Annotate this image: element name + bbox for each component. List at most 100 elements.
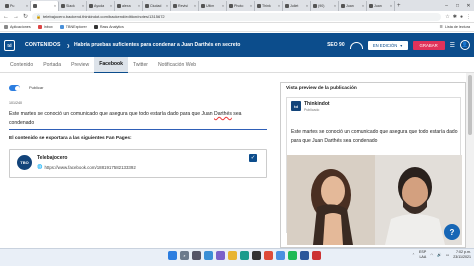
back-icon[interactable]: ← — [3, 14, 9, 20]
seo-score: SEO 90 — [327, 42, 345, 48]
taskbar-apps: ⌕ — [168, 251, 321, 260]
fanpage-checkbox[interactable]: ✓ — [249, 154, 257, 162]
wifi-icon[interactable]: ◠ — [430, 253, 433, 257]
extensions-icon[interactable]: ✱ — [453, 14, 457, 20]
close-tab-icon[interactable]: × — [334, 4, 336, 8]
browser-tab[interactable]: Ayuda × — [87, 0, 115, 11]
browser-tab[interactable]: × — [31, 0, 59, 11]
browser-tab[interactable]: Juliet × — [283, 0, 311, 11]
user-avatar-icon[interactable]: 👤 — [460, 40, 470, 50]
tab-twitter[interactable]: Twitter — [128, 57, 153, 73]
close-tab-icon[interactable]: × — [194, 4, 196, 8]
tab-portada[interactable]: Portada — [38, 57, 66, 73]
reading-list[interactable]: ☰ Lista de lectura — [440, 25, 470, 29]
app-icon — [369, 3, 373, 8]
browser-tab[interactable]: Think × — [255, 0, 283, 11]
bookmark-inbox[interactable]: Inbox — [37, 25, 53, 29]
browser-tab-label: Revisi — [178, 3, 188, 8]
browser-tab[interactable]: Revisi × — [171, 0, 199, 11]
task-view-icon[interactable] — [192, 251, 201, 260]
tab-preview[interactable]: Preview — [66, 57, 94, 73]
publish-toggle[interactable] — [9, 85, 20, 91]
browser-tab-label: Ultim — [206, 3, 215, 8]
file-explorer-icon[interactable] — [228, 251, 237, 260]
app-icon — [341, 3, 345, 8]
tab-facebook[interactable]: Facebook — [94, 56, 128, 73]
edge-icon[interactable] — [240, 251, 249, 260]
tab-notificaci-n-web[interactable]: Notificación Web — [153, 57, 201, 73]
close-tab-icon[interactable]: × — [138, 4, 140, 8]
bookmark-apps[interactable]: Aplicaciones — [4, 25, 31, 29]
battery-icon[interactable]: ▭ — [446, 253, 449, 257]
browser-tab[interactable]: Ultim × — [199, 0, 227, 11]
bookmark-tbnexplorer[interactable]: TBNExplorer — [59, 25, 87, 29]
maximize-icon[interactable]: □ — [452, 0, 463, 11]
close-tab-icon[interactable]: × — [250, 4, 252, 8]
help-chat-button[interactable]: ? — [444, 224, 460, 240]
browser-tab-label: Slack — [66, 3, 75, 8]
browser-tab[interactable]: Photo × — [227, 0, 255, 11]
browser-tab[interactable]: Juan × — [339, 0, 367, 11]
chevron-up-icon[interactable]: ⌃ — [412, 253, 415, 257]
forward-icon[interactable]: → — [13, 14, 19, 20]
bookmark-analytics[interactable]: Rass Analytics — [93, 25, 124, 29]
browser-tab[interactable]: Pu × — [3, 0, 31, 11]
clock[interactable]: 7:02 p.m. 23/11/2021 — [453, 250, 471, 260]
star-icon[interactable]: ☆ — [445, 14, 449, 20]
save-button[interactable]: GRABAR — [412, 40, 445, 50]
mail-icon — [37, 25, 42, 29]
reload-icon[interactable]: ↻ — [23, 13, 28, 20]
url-field[interactable]: 🔒 telebajocero.backend.thinkindot.com/ba… — [32, 12, 442, 21]
close-tab-icon[interactable]: × — [390, 4, 392, 8]
browser-tab-label: Ayuda — [94, 3, 105, 8]
language-indicator[interactable]: ESP LAA — [419, 250, 426, 260]
browser-tab[interactable]: alexa × — [115, 0, 143, 11]
browser-tab[interactable]: (90) × — [311, 0, 339, 11]
minimize-icon[interactable]: – — [441, 0, 452, 11]
volume-icon[interactable]: 🔊 — [437, 253, 441, 257]
tbn-icon — [59, 25, 64, 29]
post-text-field[interactable]: Este martes se conoció un comunicado que… — [9, 110, 267, 131]
page-scrollbar[interactable] — [466, 73, 474, 248]
browser-tab[interactable]: Ciudad × — [143, 0, 171, 11]
app-logo[interactable]: td — [4, 39, 15, 51]
word-icon[interactable] — [300, 251, 309, 260]
close-tab-icon[interactable]: × — [166, 4, 168, 8]
browser-tab-label: Photo — [234, 3, 244, 8]
store-icon[interactable] — [252, 251, 261, 260]
edition-status-select[interactable]: EN EDICIÓN ▾ — [367, 40, 408, 50]
close-tab-icon[interactable]: × — [362, 4, 364, 8]
browser-tab-label: Juan — [346, 3, 354, 8]
app-icon[interactable] — [312, 251, 321, 260]
browser-tab[interactable]: Slack × — [59, 0, 87, 11]
fanpage-item: TBO Telebajocero 🌐 https://www.facebook.c… — [9, 149, 267, 178]
fanpage-url[interactable]: 🌐 https://www.facebook.com/18819175821333… — [37, 164, 136, 170]
photos-icon[interactable] — [276, 251, 285, 260]
chevron-down-icon[interactable]: ❯ — [67, 43, 70, 48]
seo-gauge-icon — [349, 41, 363, 49]
browser-tab-label: alexa — [122, 3, 131, 8]
section-title[interactable]: CONTENIDOS — [25, 42, 61, 48]
close-tab-icon[interactable]: × — [306, 4, 308, 8]
close-tab-icon[interactable]: × — [82, 4, 84, 8]
widgets-icon[interactable] — [204, 251, 213, 260]
app-header: td CONTENIDOS ❯ Habría pruebas suficient… — [0, 33, 474, 57]
search-icon[interactable]: ⌕ — [180, 251, 189, 260]
close-icon[interactable]: ✕ — [463, 0, 474, 11]
browser-tab[interactable]: Juan × — [367, 0, 395, 11]
scrollbar-thumb[interactable] — [468, 75, 472, 135]
close-tab-icon[interactable]: × — [26, 4, 28, 8]
tab-contenido[interactable]: Contenido — [5, 57, 38, 73]
chat-icon[interactable] — [216, 251, 225, 260]
close-tab-icon[interactable]: × — [110, 4, 112, 8]
windows-start-icon[interactable] — [168, 251, 177, 260]
close-tab-icon[interactable]: × — [54, 4, 56, 8]
profile-icon[interactable]: ● — [460, 14, 463, 20]
more-icon[interactable]: ⋮ — [466, 14, 471, 20]
spotify-icon[interactable] — [288, 251, 297, 260]
close-tab-icon[interactable]: × — [278, 4, 280, 8]
menu-icon[interactable]: ☰ — [450, 42, 455, 49]
chrome-icon[interactable] — [264, 251, 273, 260]
close-tab-icon[interactable]: × — [222, 4, 224, 8]
new-tab-button[interactable]: + — [397, 3, 401, 9]
